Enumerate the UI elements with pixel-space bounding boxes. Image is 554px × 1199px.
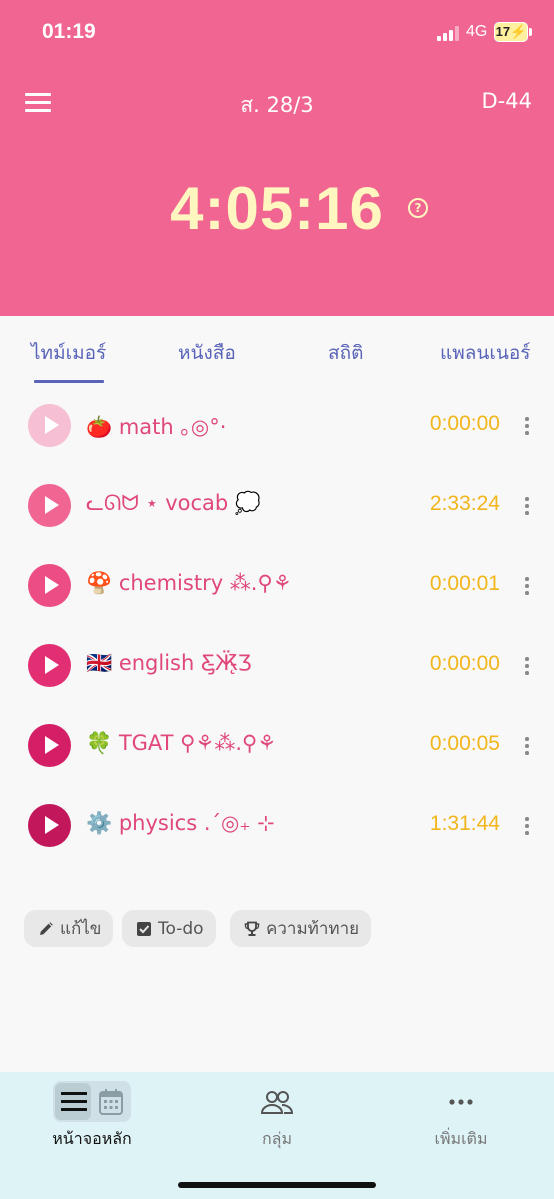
battery-icon: 17⚡ <box>494 22 528 42</box>
more-vertical-icon[interactable] <box>521 416 533 438</box>
nav-group-label: กลุ่ม <box>261 1129 293 1148</box>
battery-nub <box>529 28 532 36</box>
help-circle-icon[interactable]: ? <box>408 198 428 218</box>
bottom-navigation: หน้าจอหลัก กลุ่ม เพิ่มเติม <box>0 1072 554 1199</box>
home-list-icon <box>61 1092 87 1111</box>
battery-level: 17 <box>495 24 511 39</box>
tab-books[interactable]: หนังสือ <box>178 338 236 368</box>
pencil-icon <box>40 921 53 935</box>
group-icon <box>260 1091 294 1114</box>
more-vertical-icon[interactable] <box>521 576 533 598</box>
more-vertical-icon[interactable] <box>521 816 533 838</box>
challenge-button[interactable]: ความท้าทาย <box>230 910 372 947</box>
nav-group[interactable]: กลุ่ม <box>185 1072 369 1172</box>
edit-button[interactable]: แก้ไข <box>24 910 114 947</box>
signal-icon <box>437 26 461 41</box>
total-timer: 4:05:16 <box>170 175 384 242</box>
status-time: 01:19 <box>42 20 96 43</box>
header: 01:19 4G 17⚡ ส. 28/3 D-44 4:05:16 ? <box>0 0 554 316</box>
home-indicator <box>178 1182 376 1188</box>
subject-row[interactable]: 🍅 math ｡◎°· 0:00:00 <box>0 404 554 484</box>
tab-bar: ไทม์เมอร์ หนังสือ สถิติ แพลนเนอร์ <box>0 316 554 386</box>
subject-name[interactable]: ⚙️ physics .ˊ◎₊ ⊹ <box>86 811 275 836</box>
more-vertical-icon[interactable] <box>521 496 533 518</box>
network-label: 4G <box>466 23 488 40</box>
subject-time: 0:00:01 <box>429 572 500 595</box>
subject-time: 0:00:05 <box>429 732 500 755</box>
header-date: ส. 28/3 <box>240 93 314 117</box>
tab-timer[interactable]: ไทม์เมอร์ <box>31 338 106 368</box>
subject-time: 2:33:24 <box>429 492 500 515</box>
checkbox-icon <box>137 921 151 936</box>
tab-active-indicator <box>34 380 104 383</box>
more-horizontal-icon <box>449 1099 473 1105</box>
subject-time: 0:00:00 <box>429 652 500 675</box>
status-bar: 01:19 4G 17⚡ <box>0 0 554 66</box>
trophy-icon <box>244 921 260 936</box>
todo-label: To-do <box>158 918 204 939</box>
subject-name[interactable]: 🍀 TGAT ⚲⚘⁂.⚲⚘ <box>86 731 276 756</box>
tab-planner[interactable]: แพลนเนอร์ <box>440 338 531 368</box>
subject-name[interactable]: 🍄 chemistry ⁂.⚲⚘ <box>86 571 292 596</box>
countdown-label[interactable]: D-44 <box>482 89 532 113</box>
more-vertical-icon[interactable] <box>521 656 533 678</box>
nav-more-label: เพิ่มเติม <box>434 1129 488 1148</box>
subject-name[interactable]: 🇬🇧 english Ƹ̵̡Ӝ̵̨̄Ʒ <box>86 651 252 676</box>
more-vertical-icon[interactable] <box>521 736 533 758</box>
nav-more[interactable]: เพิ่มเติม <box>369 1072 553 1172</box>
calendar-icon[interactable] <box>98 1088 124 1116</box>
app-screen: 01:19 4G 17⚡ ส. 28/3 D-44 4:05:16 ? ไทม์… <box>0 0 554 1199</box>
tab-stats[interactable]: สถิติ <box>328 338 363 368</box>
play-icon[interactable] <box>28 404 71 447</box>
play-icon[interactable] <box>28 644 71 687</box>
subject-row[interactable]: ⚙️ physics .ˊ◎₊ ⊹ 1:31:44 <box>0 804 554 884</box>
subject-row[interactable]: 🍀 TGAT ⚲⚘⁂.⚲⚘ 0:00:05 <box>0 724 554 804</box>
todo-button[interactable]: To-do <box>122 910 216 947</box>
subject-name[interactable]: 🍅 math ｡◎°· <box>86 411 226 441</box>
subject-row[interactable]: ᓚᘏᗢ ⋆ vocab 💭 2:33:24 <box>0 484 554 564</box>
play-icon[interactable] <box>28 484 71 527</box>
play-icon[interactable] <box>28 724 71 767</box>
challenge-label: ความท้าทาย <box>266 919 360 939</box>
subject-time: 0:00:00 <box>429 412 500 435</box>
subject-name[interactable]: ᓚᘏᗢ ⋆ vocab 💭 <box>86 491 261 516</box>
subject-row[interactable]: 🇬🇧 english Ƹ̵̡Ӝ̵̨̄Ʒ 0:00:00 <box>0 644 554 724</box>
subject-row[interactable]: 🍄 chemistry ⁂.⚲⚘ 0:00:01 <box>0 564 554 644</box>
edit-label: แก้ไข <box>60 919 102 939</box>
nav-home[interactable]: หน้าจอหลัก <box>0 1072 184 1172</box>
play-icon[interactable] <box>28 564 71 607</box>
subject-time: 1:31:44 <box>429 812 500 835</box>
nav-home-label: หน้าจอหลัก <box>52 1129 132 1148</box>
play-icon[interactable] <box>28 804 71 847</box>
